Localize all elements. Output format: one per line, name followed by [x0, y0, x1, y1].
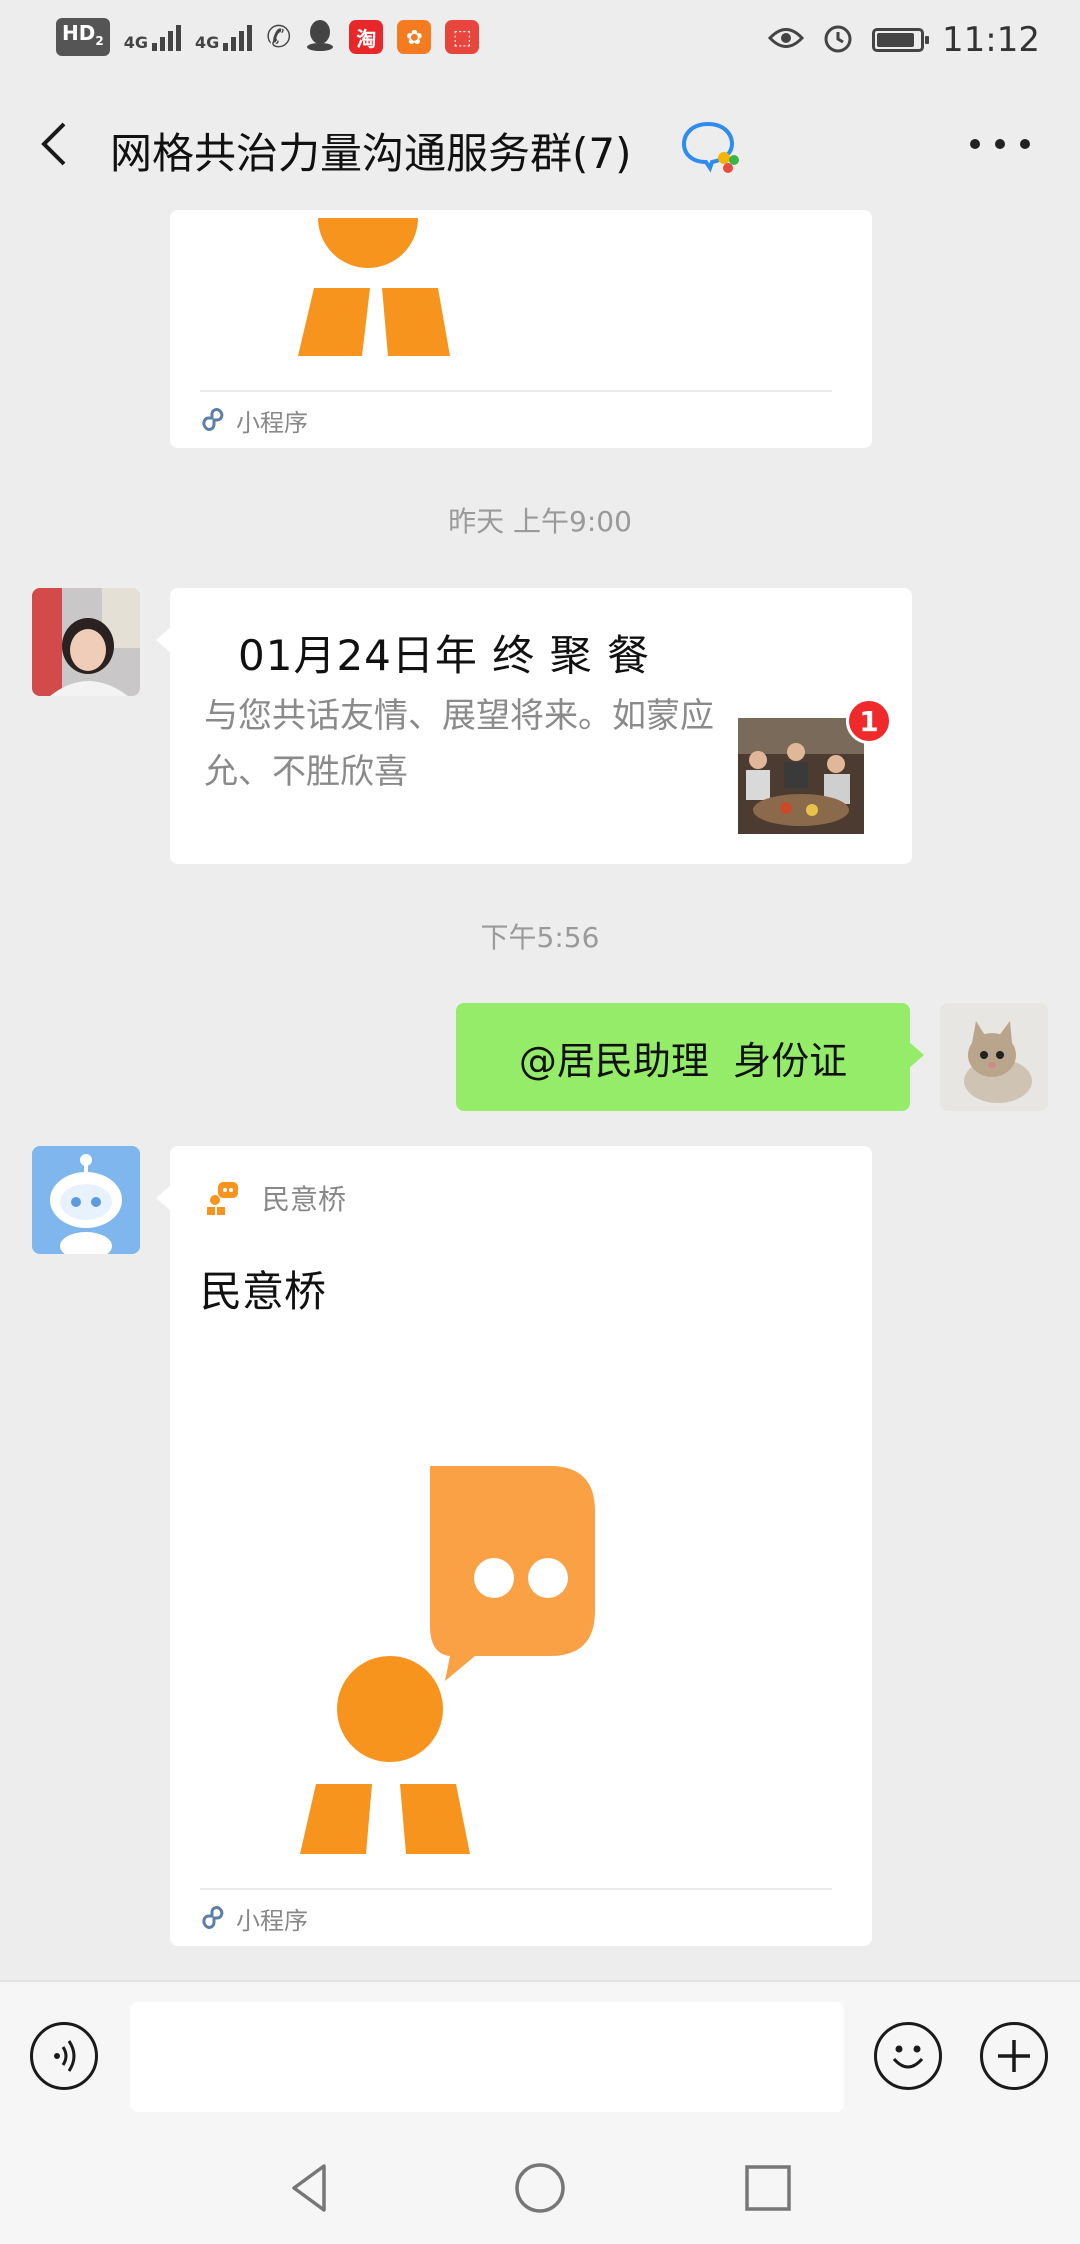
message-input[interactable] [130, 2002, 844, 2112]
status-bar: HD2 4G 4G ✆ 淘 ✿ ⬚ 11:12 [0, 0, 1080, 80]
status-right: 11:12 [767, 20, 1040, 60]
timestamp: 昨天 上午9:00 [448, 505, 632, 538]
nav-home-button[interactable] [510, 2158, 570, 2218]
network-type-1: 4G [123, 33, 148, 52]
mini-program-card-top[interactable]: 小程序 [170, 210, 872, 448]
mini-program-label: 小程序 [236, 1906, 308, 1935]
system-navigation-bar [0, 2130, 1080, 2244]
my-message-bubble[interactable]: @居民助理 身份证 [456, 1003, 924, 1111]
mini-program-card[interactable]: 民意桥 民意桥 小程序 [156, 1146, 872, 1946]
mini-program-footer: 小程序 [200, 390, 832, 448]
invitation-description: 与您共话友情、展望将来。如蒙应允、不胜欣喜 [204, 696, 714, 792]
alarm-icon [822, 22, 854, 58]
bot-avatar[interactable] [32, 1146, 140, 1254]
nav-recents-button[interactable] [738, 2158, 798, 2218]
mini-program-app-name: 民意桥 [262, 1183, 347, 1216]
chat-title: 网格共治力量沟通服务群(7) [110, 129, 632, 178]
avatar[interactable] [32, 588, 140, 696]
square-recents-icon [745, 2165, 791, 2211]
status-time: 11:12 [942, 20, 1040, 60]
more-functions-button[interactable] [980, 2022, 1048, 2090]
dot-icon [970, 139, 980, 149]
nav-back-button[interactable] [280, 2158, 340, 2218]
video-app-icon: ⬚ [445, 20, 480, 54]
circle-home-icon [515, 2163, 565, 2213]
signal-icon-2: 4G [194, 23, 253, 52]
status-left: HD2 4G 4G ✆ 淘 ✿ ⬚ [56, 18, 480, 56]
voice-icon [54, 2040, 76, 2072]
qq-icon [305, 18, 335, 56]
wecom-group-icon [680, 120, 742, 174]
mini-program-header: 民意桥 [204, 1178, 346, 1218]
my-avatar[interactable] [940, 1003, 1048, 1111]
voice-input-button[interactable] [30, 2022, 98, 2090]
taobao-icon: 淘 [349, 20, 384, 54]
notification-badge: 1 [846, 698, 892, 744]
minyiqiao-logo-icon [300, 1466, 595, 1854]
emoji-icon [892, 2045, 924, 2069]
more-options-button[interactable] [970, 124, 1030, 164]
timestamp: 下午5:56 [480, 921, 600, 954]
eye-comfort-icon [767, 25, 805, 55]
mini-program-logo-partial [298, 218, 450, 356]
chat-header: 网格共治力量沟通服务群(7) [0, 80, 1080, 210]
mini-program-footer: 小程序 [200, 1888, 832, 1946]
dinner-photo-thumbnail [738, 718, 864, 834]
dot-icon [995, 139, 1005, 149]
plus-icon [998, 2040, 1030, 2072]
missed-call-icon: ✆ [266, 19, 292, 55]
signal-icon-1: 4G [124, 23, 181, 51]
minyiqiao-app-icon [207, 1182, 238, 1215]
hd-voice-icon: HD2 [56, 18, 110, 56]
chevron-left-icon [41, 122, 66, 166]
input-bar [0, 1980, 1080, 2132]
battery-icon [872, 28, 930, 52]
emoji-button[interactable] [874, 2022, 942, 2090]
mini-program-label: 小程序 [236, 408, 308, 437]
invitation-title: 01月24日年 终 聚 餐 [238, 631, 650, 680]
uc-browser-icon: ✿ [397, 20, 432, 54]
mini-program-title: 民意桥 [200, 1267, 327, 1316]
invitation-card[interactable]: 01月24日年 终 聚 餐 与您共话友情、展望将来。如蒙应允、不胜欣喜 1 [156, 588, 912, 864]
back-button[interactable] [30, 114, 80, 174]
network-type-2: 4G [194, 33, 220, 52]
mini-program-icon [202, 408, 224, 431]
dot-icon [1020, 139, 1030, 149]
triangle-back-icon [292, 2164, 326, 2212]
mini-program-icon [202, 1906, 224, 1929]
